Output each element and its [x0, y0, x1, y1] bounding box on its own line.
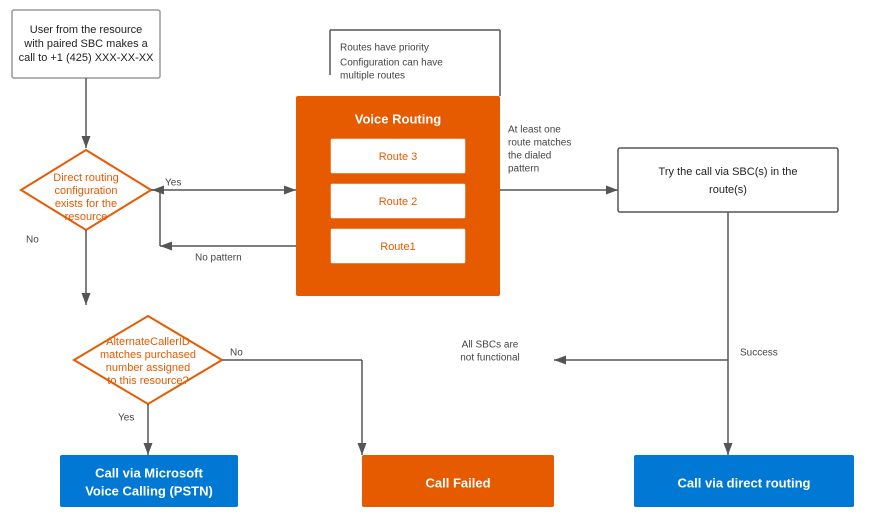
label-no2: No [230, 348, 243, 359]
note-priority: Routes have priority [340, 43, 429, 54]
note-match3: the dialed [508, 151, 551, 162]
route2-label: Route 2 [379, 196, 418, 208]
route3-label: Route 3 [379, 151, 418, 163]
label-no1: No [26, 235, 39, 246]
d1-text1: Direct routing [53, 172, 118, 184]
d1-text2: configuration [55, 185, 118, 197]
try-call-text2: route(s) [709, 184, 747, 196]
start-text-1: User from the resource [30, 24, 142, 36]
label-yes2: Yes [118, 413, 134, 424]
d2-text1: AlternateCallerID [106, 336, 190, 348]
note-all-sbc2: not functional [460, 353, 520, 364]
note-match1: At least one [508, 125, 561, 136]
start-text-3: call to +1 (425) XXX-XX-XX [19, 52, 154, 64]
voice-routing-label: Voice Routing [355, 111, 441, 126]
d2-text4: to this resource? [107, 375, 188, 387]
call-pstn-text1: Call via Microsoft [95, 465, 203, 480]
label-success: Success [740, 348, 778, 359]
start-text-2: with paired SBC makes a [23, 38, 148, 50]
call-pstn-box [60, 455, 238, 507]
d1-text4: resource [65, 211, 108, 223]
note-config2: multiple routes [340, 71, 405, 82]
label-no-pattern: No pattern [195, 253, 242, 264]
d1-text3: exists for the [55, 198, 117, 210]
call-pstn-text2: Voice Calling (PSTN) [85, 483, 213, 498]
note-match4: pattern [508, 164, 539, 175]
label-yes1: Yes [165, 178, 181, 189]
route1-label: Route1 [380, 241, 415, 253]
note-all-sbc1: All SBCs are [462, 340, 519, 351]
call-failed-label: Call Failed [425, 475, 490, 490]
try-call-box [618, 148, 838, 212]
call-direct-label: Call via direct routing [678, 475, 811, 490]
note-match2: route matches [508, 138, 571, 149]
d2-text2: matches purchased [100, 349, 196, 361]
try-call-text1: Try the call via SBC(s) in the [659, 166, 798, 178]
note-config1: Configuration can have [340, 58, 443, 69]
d2-text3: number assigned [106, 362, 190, 374]
